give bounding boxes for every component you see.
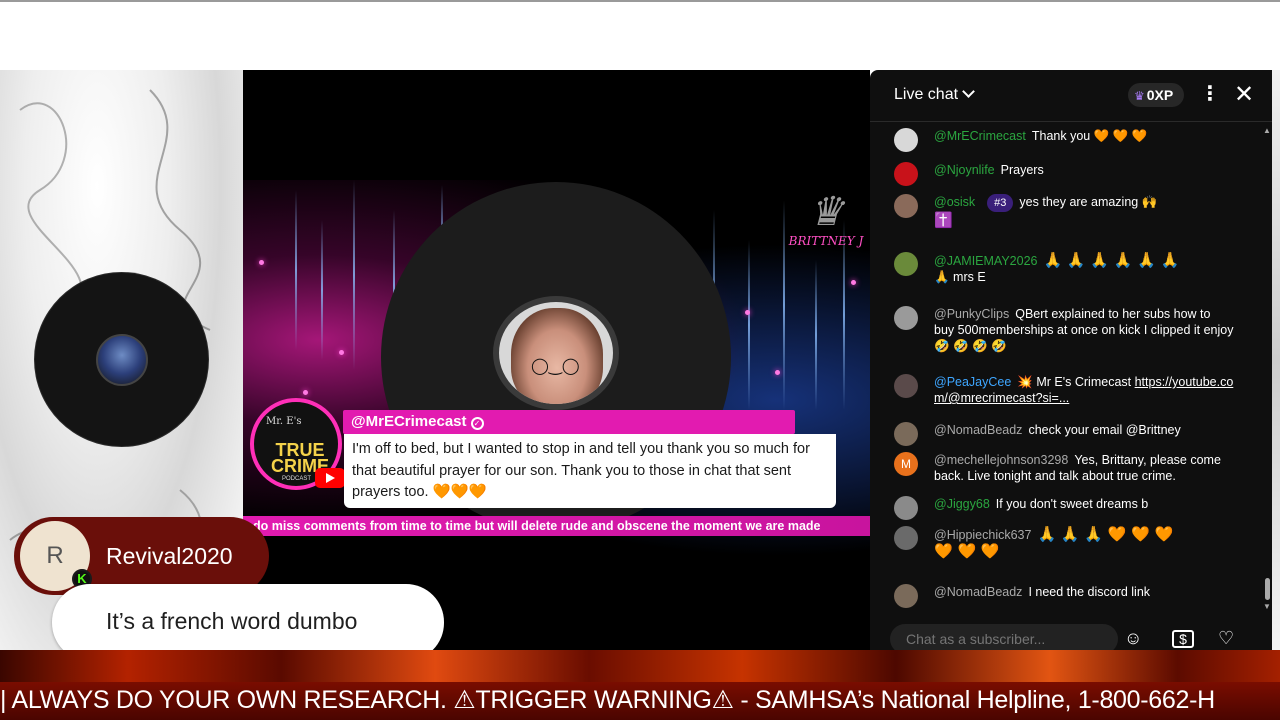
scrolling-notice: do miss comments from time to time but w… — [243, 516, 870, 536]
more-options-icon[interactable]: ⋮ — [1200, 84, 1220, 104]
avatar — [894, 496, 918, 520]
crown-icon: ♛ — [808, 189, 844, 235]
overlay-username: Revival2020 — [106, 543, 233, 569]
chevron-down-icon — [962, 85, 975, 98]
xp-button[interactable]: ♛ 0XP — [1128, 83, 1184, 107]
scroll-down-icon[interactable]: ▼ — [1263, 602, 1271, 611]
super-chat-icon[interactable]: $ — [1172, 630, 1194, 648]
stream-video[interactable]: ◯‿◯ ♛ BRITTNEY J Mr. E's TRUE CRIME PODC… — [243, 70, 870, 650]
chat-header: Live chat ♛ 0XP ⋮ ✕ — [870, 70, 1272, 122]
chat-message-list[interactable]: @MrECrimecast Thank you 🧡 🧡 🧡 @Njoynlife P… — [870, 126, 1262, 610]
rank-badge: #3 — [987, 194, 1014, 212]
ticker-bar: | ALWAYS DO YOUR OWN RESEARCH. ⚠TRIGGER … — [0, 682, 1280, 720]
live-chat-dropdown[interactable]: Live chat — [894, 85, 975, 104]
smoke-background-right — [1272, 70, 1280, 650]
avatar — [894, 252, 918, 276]
avatar — [894, 162, 918, 186]
emoji-icon[interactable]: ☺ — [1124, 628, 1142, 649]
fire-banner — [0, 650, 1280, 682]
streamer-webcam: ◯‿◯ — [493, 296, 619, 410]
top-strip — [0, 0, 1280, 70]
live-chat-panel: Live chat ♛ 0XP ⋮ ✕ @MrECrimecast Thank yo… — [870, 70, 1272, 654]
channel-avatar — [96, 334, 148, 386]
avatar — [894, 422, 918, 446]
heart-icon[interactable]: ♡ — [1218, 628, 1234, 649]
chat-scrollbar[interactable]: ▲ ▼ — [1262, 126, 1272, 611]
scroll-up-icon[interactable]: ▲ — [1263, 126, 1271, 135]
scroll-thumb[interactable] — [1265, 578, 1270, 600]
youtube-icon — [315, 468, 345, 488]
avatar — [894, 306, 918, 330]
streamer-logo: ♛ BRITTNEY J — [788, 189, 864, 248]
close-icon[interactable]: ✕ — [1234, 80, 1254, 109]
avatar — [894, 194, 918, 218]
avatar — [894, 526, 918, 550]
chat-input-row: ☺ $ ♡ — [870, 618, 1272, 654]
avatar: M — [894, 452, 918, 476]
ticker-text: | ALWAYS DO YOUR OWN RESEARCH. ⚠TRIGGER … — [0, 686, 1215, 714]
featured-comment-text: I'm off to bed, but I wanted to stop in … — [344, 434, 836, 508]
featured-comment-author: @MrECrimecast ✓ — [343, 410, 795, 434]
verified-icon: ✓ — [470, 417, 484, 430]
avatar — [894, 584, 918, 608]
crown-icon: ♛ — [1134, 89, 1145, 103]
avatar — [894, 128, 918, 152]
avatar — [894, 374, 918, 398]
